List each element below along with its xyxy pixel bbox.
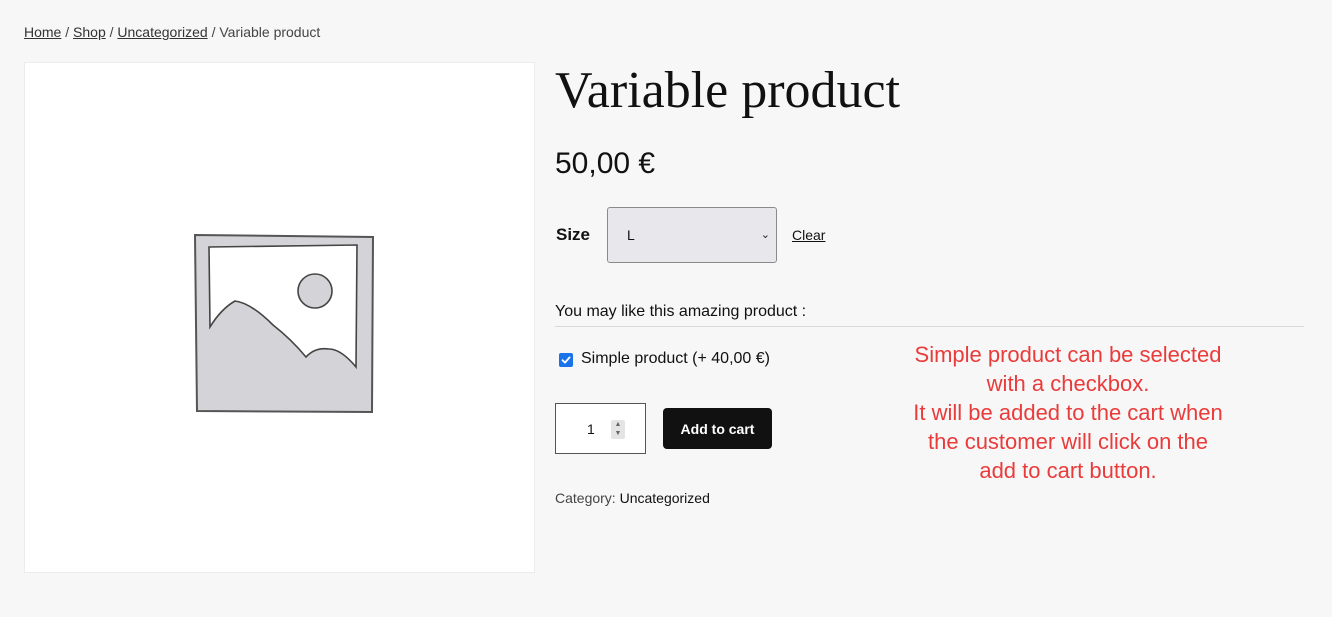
size-select[interactable]: L ⌄ <box>607 207 777 263</box>
annotation-line: add to cart button. <box>979 458 1157 483</box>
category-label: Category: <box>555 490 616 506</box>
breadcrumb-shop-link[interactable]: Shop <box>73 24 106 40</box>
breadcrumb-category-link[interactable]: Uncategorized <box>117 24 207 40</box>
size-select-value: L <box>627 227 635 243</box>
breadcrumb-separator: / <box>65 24 74 40</box>
size-label: Size <box>556 225 591 244</box>
upsell-checkbox[interactable] <box>559 353 573 367</box>
annotation-line: Simple product can be selected <box>914 342 1222 367</box>
breadcrumb-home-link[interactable]: Home <box>24 24 61 40</box>
quantity-input[interactable]: 1 ▲ ▼ <box>555 403 646 454</box>
clear-variation-link[interactable]: Clear <box>792 227 825 243</box>
category-link[interactable]: Uncategorized <box>620 490 710 506</box>
checkmark-icon <box>561 356 571 364</box>
product-price: 50,00 € <box>555 147 656 180</box>
annotation-line: the customer will click on the <box>928 429 1208 454</box>
quantity-stepper[interactable]: ▲ ▼ <box>611 420 625 439</box>
chevron-down-icon: ⌄ <box>760 229 770 241</box>
annotation-line: It will be added to the cart when <box>913 400 1223 425</box>
placeholder-image-icon <box>193 233 375 414</box>
product-image[interactable] <box>24 62 535 573</box>
add-to-cart-button[interactable]: Add to cart <box>663 408 772 449</box>
breadcrumb-current: Variable product <box>219 24 321 40</box>
product-title: Variable product <box>555 62 901 119</box>
annotation-line: with a checkbox. <box>986 371 1150 396</box>
upsell-heading: You may like this amazing product : <box>555 303 1304 327</box>
upsell-item-label[interactable]: Simple product (+ 40,00 €) <box>581 350 770 368</box>
annotation-note: Simple product can be selected with a ch… <box>880 340 1256 485</box>
product-category: Category: Uncategorized <box>555 490 710 506</box>
quantity-value: 1 <box>587 421 595 437</box>
breadcrumb: Home / Shop / Uncategorized / Variable p… <box>24 24 320 40</box>
